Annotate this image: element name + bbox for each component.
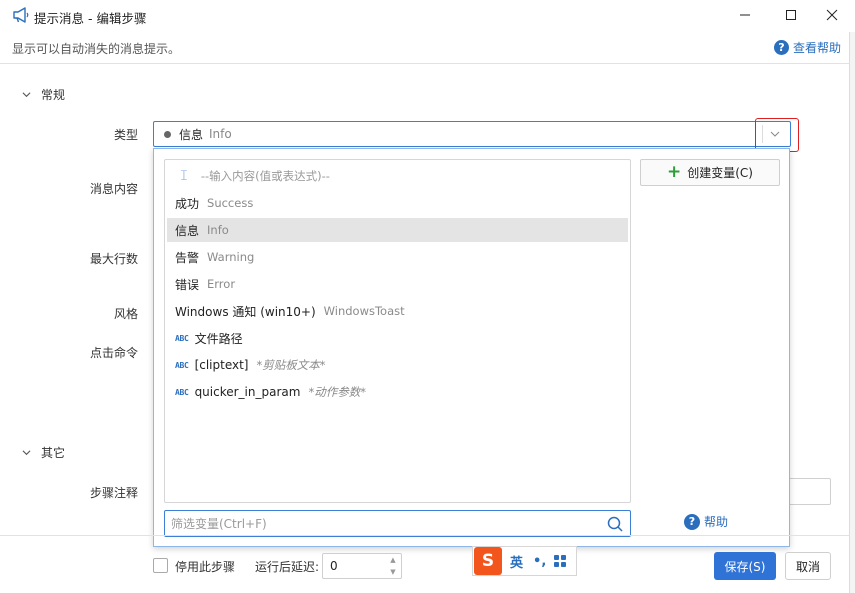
step-note-input[interactable] bbox=[790, 478, 831, 505]
ime-language-toggle[interactable]: 英 bbox=[510, 552, 523, 571]
list-item-input-expression[interactable]: 𝙸 --输入内容(值或表达式)-- bbox=[167, 164, 628, 188]
sogou-ime-logo-icon[interactable]: S bbox=[474, 547, 502, 575]
chevron-down-icon bbox=[770, 131, 779, 137]
chevron-down-icon bbox=[22, 92, 31, 98]
ime-menu-grid-icon[interactable] bbox=[554, 555, 567, 567]
ime-punctuation-toggle[interactable]: •, bbox=[533, 554, 546, 569]
chevron-down-icon[interactable]: ▼ bbox=[390, 568, 395, 576]
close-icon bbox=[826, 9, 838, 21]
window-subtitle: 显示可以自动消失的消息提示。 bbox=[12, 42, 181, 56]
type-dropdown-toggle[interactable] bbox=[762, 125, 786, 143]
window-title: 提示消息 - 编辑步骤 bbox=[34, 11, 147, 26]
filter-variables-field[interactable] bbox=[164, 510, 631, 537]
string-var-icon: ABC bbox=[175, 360, 189, 370]
view-help-link[interactable]: ? 查看帮助 bbox=[773, 39, 841, 56]
save-button[interactable]: 保存(S) bbox=[714, 552, 776, 580]
click-command-label: 点击命令 bbox=[89, 346, 138, 360]
option-list: 𝙸 --输入内容(值或表达式)-- 成功 Success 信息 Info 告警 … bbox=[164, 159, 631, 503]
description-bar: 显示可以自动消失的消息提示。 ? 查看帮助 bbox=[0, 32, 855, 64]
section-general-label: 常规 bbox=[41, 88, 66, 102]
spin-buttons[interactable]: ▲ ▼ bbox=[387, 556, 399, 576]
style-label: 风格 bbox=[113, 307, 138, 321]
step-note-label: 步骤注释 bbox=[89, 486, 138, 500]
minimize-icon bbox=[740, 14, 750, 16]
list-item-windows-toast[interactable]: Windows 通知 (win10+) WindowsToast bbox=[167, 299, 628, 323]
maximize-icon bbox=[786, 10, 796, 20]
chevron-down-icon bbox=[22, 450, 31, 456]
type-select-sub: Info bbox=[209, 127, 232, 141]
create-variable-button[interactable]: + 创建变量(C) bbox=[640, 159, 780, 186]
maximize-button[interactable] bbox=[768, 0, 814, 30]
list-item-warning[interactable]: 告警 Warning bbox=[167, 245, 628, 269]
search-icon[interactable] bbox=[606, 515, 624, 533]
disable-step-label: 停用此步骤 bbox=[175, 560, 236, 574]
delay-label: 运行后延迟: bbox=[255, 560, 320, 574]
section-other-label: 其它 bbox=[41, 446, 66, 460]
text-cursor-icon: 𝙸 bbox=[179, 168, 189, 184]
help-icon: ? bbox=[773, 40, 789, 55]
list-item-info[interactable]: 信息 Info bbox=[167, 218, 628, 242]
list-item-success[interactable]: 成功 Success bbox=[167, 191, 628, 215]
message-label: 消息内容 bbox=[89, 182, 138, 196]
ime-toolbar[interactable]: S 英 •, bbox=[472, 546, 577, 576]
delay-value: 0 bbox=[330, 559, 338, 573]
list-item-var-file-path[interactable]: ABC 文件路径 bbox=[167, 326, 628, 350]
type-dot-icon bbox=[164, 130, 171, 138]
list-item-error[interactable]: 错误 Error bbox=[167, 272, 628, 296]
section-other[interactable]: 其它 bbox=[22, 444, 65, 461]
view-help-label: 查看帮助 bbox=[792, 41, 841, 55]
type-label: 类型 bbox=[113, 128, 138, 142]
max-lines-label: 最大行数 bbox=[89, 252, 138, 266]
type-select[interactable]: 信息 Info bbox=[153, 121, 791, 147]
dropdown-help-link[interactable]: ? 帮助 bbox=[684, 513, 728, 530]
string-var-icon: ABC bbox=[175, 387, 189, 397]
list-item-var-cliptext[interactable]: ABC [cliptext] *剪贴板文本* bbox=[167, 353, 628, 377]
filter-variables-input[interactable] bbox=[171, 512, 591, 535]
cancel-button[interactable]: 取消 bbox=[785, 552, 831, 580]
delay-stepper[interactable]: 0 ▲ ▼ bbox=[322, 553, 402, 579]
megaphone-icon bbox=[13, 7, 29, 23]
window-edge bbox=[849, 32, 855, 593]
title-bar: 提示消息 - 编辑步骤 bbox=[0, 0, 855, 32]
string-var-icon: ABC bbox=[175, 333, 189, 343]
list-item-var-quicker-in-param[interactable]: ABC quicker_in_param *动作参数* bbox=[167, 380, 628, 404]
footer-divider bbox=[0, 535, 849, 536]
plus-icon: + bbox=[667, 162, 682, 182]
type-dropdown-popup: 𝙸 --输入内容(值或表达式)-- 成功 Success 信息 Info 告警 … bbox=[153, 148, 790, 547]
section-general[interactable]: 常规 bbox=[22, 86, 65, 103]
chevron-up-icon[interactable]: ▲ bbox=[390, 556, 395, 564]
close-button[interactable] bbox=[809, 0, 855, 30]
type-select-value: 信息 bbox=[179, 127, 204, 142]
help-icon: ? bbox=[684, 513, 700, 530]
disable-step-checkbox[interactable] bbox=[153, 558, 168, 573]
minimize-button[interactable] bbox=[722, 0, 768, 30]
